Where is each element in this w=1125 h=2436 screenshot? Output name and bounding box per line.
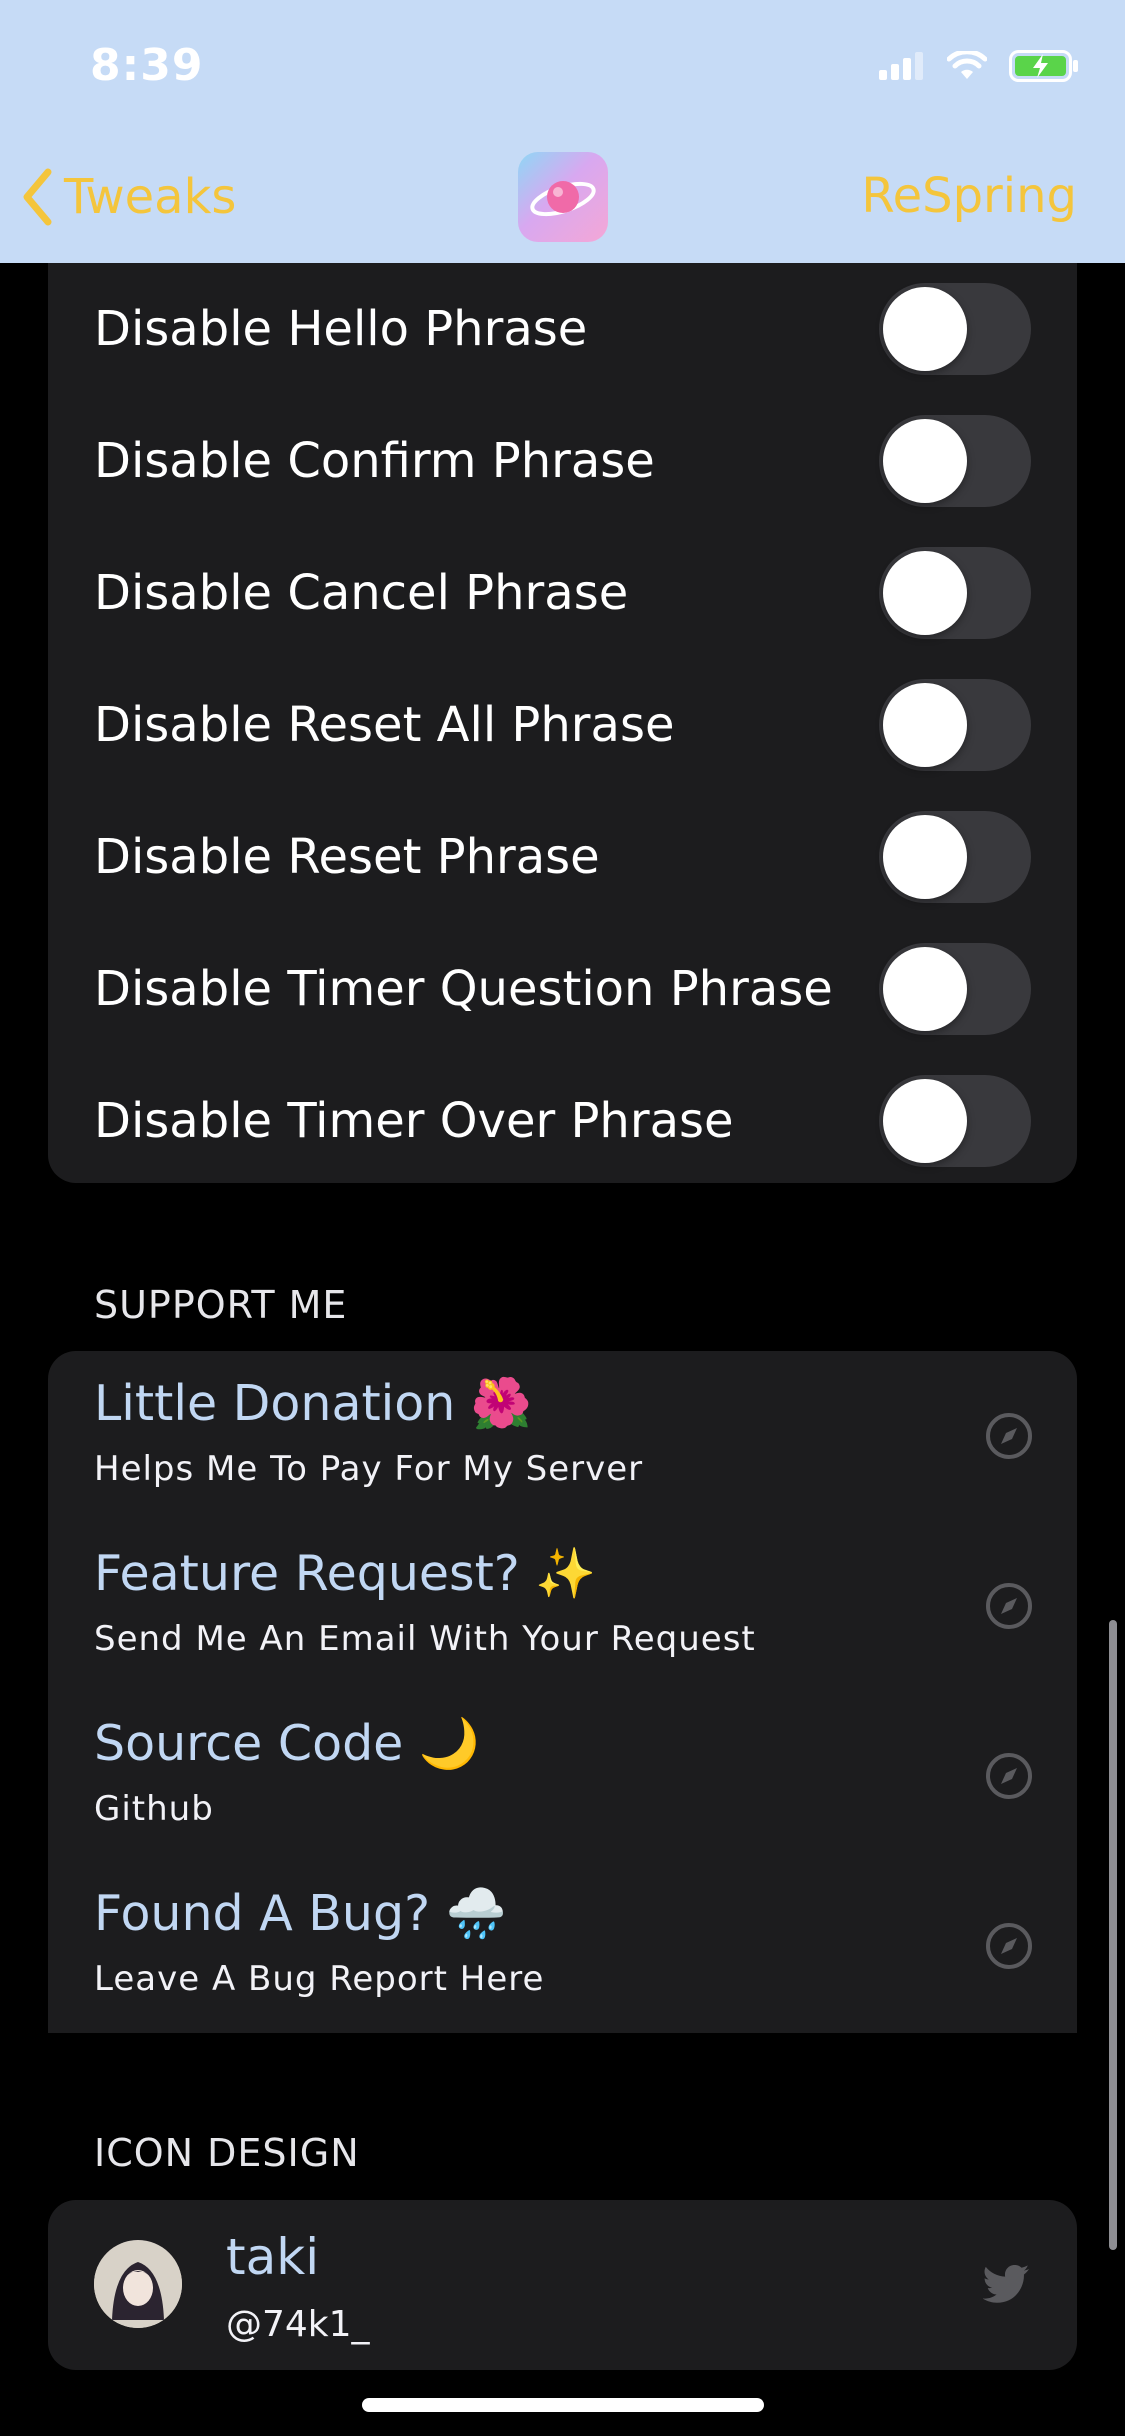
- toggle-label: Disable Hello Phrase: [94, 301, 588, 357]
- link-subtitle: Leave A Bug Report Here: [94, 1959, 545, 1999]
- link-subtitle: Send Me An Email With Your Request: [94, 1619, 756, 1659]
- support-section-header: SUPPORT ME: [94, 1283, 348, 1327]
- switch-knob: [883, 551, 967, 635]
- toggle-switch[interactable]: [879, 679, 1031, 771]
- switch-knob: [883, 419, 967, 503]
- donation-link[interactable]: Little Donation 🌺 Helps Me To Pay For My…: [48, 1351, 1077, 1521]
- bug-report-link[interactable]: Found A Bug? 🌧️ Leave A Bug Report Here: [48, 1861, 1077, 2031]
- chevron-left-icon: [23, 168, 52, 226]
- toggle-switch[interactable]: [879, 811, 1031, 903]
- toggle-label: Disable Reset All Phrase: [94, 697, 675, 753]
- toggle-switch[interactable]: [879, 1075, 1031, 1167]
- link-title: Found A Bug? 🌧️: [94, 1885, 507, 1942]
- phrase-toggles-group: Disable Hello Phrase Disable Confirm Phr…: [48, 263, 1077, 1183]
- designer-name: taki: [226, 2228, 320, 2286]
- compass-icon: [986, 1583, 1032, 1629]
- compass-icon: [986, 1923, 1032, 1969]
- home-indicator[interactable]: [362, 2398, 764, 2412]
- avatar: [94, 2240, 182, 2328]
- wifi-icon: [947, 51, 987, 79]
- status-time: 8:39: [90, 40, 204, 91]
- link-title: Feature Request? ✨: [94, 1545, 597, 1602]
- back-button[interactable]: Tweaks: [22, 168, 236, 226]
- app-icon: [518, 152, 608, 242]
- switch-knob: [883, 815, 967, 899]
- toggle-row-cancel: Disable Cancel Phrase: [48, 527, 1077, 659]
- back-button-label: Tweaks: [64, 169, 237, 225]
- toggle-row-reset: Disable Reset Phrase: [48, 791, 1077, 923]
- link-subtitle: Helps Me To Pay For My Server: [94, 1449, 644, 1489]
- switch-knob: [883, 1079, 967, 1163]
- toggle-label: Disable Timer Over Phrase: [94, 1093, 734, 1149]
- designer-row[interactable]: taki @74k1_: [48, 2200, 1077, 2370]
- battery-charging-icon: [1009, 50, 1078, 82]
- cellular-signal-icon: [879, 52, 923, 80]
- toggle-switch[interactable]: [879, 415, 1031, 507]
- toggle-switch[interactable]: [879, 547, 1031, 639]
- toggle-row-confirm: Disable Confirm Phrase: [48, 395, 1077, 527]
- link-subtitle: Github: [94, 1789, 214, 1829]
- toggle-label: Disable Reset Phrase: [94, 829, 600, 885]
- avatar-illustration: [94, 2240, 182, 2328]
- status-icons: [879, 50, 1079, 82]
- compass-icon: [986, 1413, 1032, 1459]
- toggle-row-reset-all: Disable Reset All Phrase: [48, 659, 1077, 791]
- respring-button[interactable]: ReSpring: [861, 168, 1077, 224]
- scrollbar[interactable]: [1109, 1620, 1117, 2250]
- designer-handle: @74k1_: [226, 2304, 370, 2345]
- source-code-link[interactable]: Source Code 🌙 Github: [48, 1691, 1077, 1861]
- twitter-icon: [983, 2265, 1030, 2303]
- icon-design-section-header: ICON DESIGN: [94, 2131, 360, 2175]
- switch-knob: [883, 947, 967, 1031]
- feature-request-link[interactable]: Feature Request? ✨ Send Me An Email With…: [48, 1521, 1077, 1691]
- toggle-row-hello: Disable Hello Phrase: [48, 263, 1077, 395]
- toggle-label: Disable Timer Question Phrase: [94, 961, 833, 1017]
- switch-knob: [883, 683, 967, 767]
- toggle-label: Disable Cancel Phrase: [94, 565, 629, 621]
- compass-icon: [986, 1753, 1032, 1799]
- toggle-row-timer-question: Disable Timer Question Phrase: [48, 923, 1077, 1055]
- link-title: Source Code 🌙: [94, 1715, 480, 1772]
- toggle-switch[interactable]: [879, 943, 1031, 1035]
- toggle-switch[interactable]: [879, 283, 1031, 375]
- support-group: Little Donation 🌺 Helps Me To Pay For My…: [48, 1351, 1077, 2033]
- switch-knob: [883, 287, 967, 371]
- toggle-row-timer-over: Disable Timer Over Phrase: [48, 1055, 1077, 1187]
- link-title: Little Donation 🌺: [94, 1375, 532, 1432]
- toggle-label: Disable Confirm Phrase: [94, 433, 655, 489]
- navigation-bar: 8:39 Tweaks ReSpring: [0, 0, 1125, 263]
- planet-icon: [530, 181, 596, 217]
